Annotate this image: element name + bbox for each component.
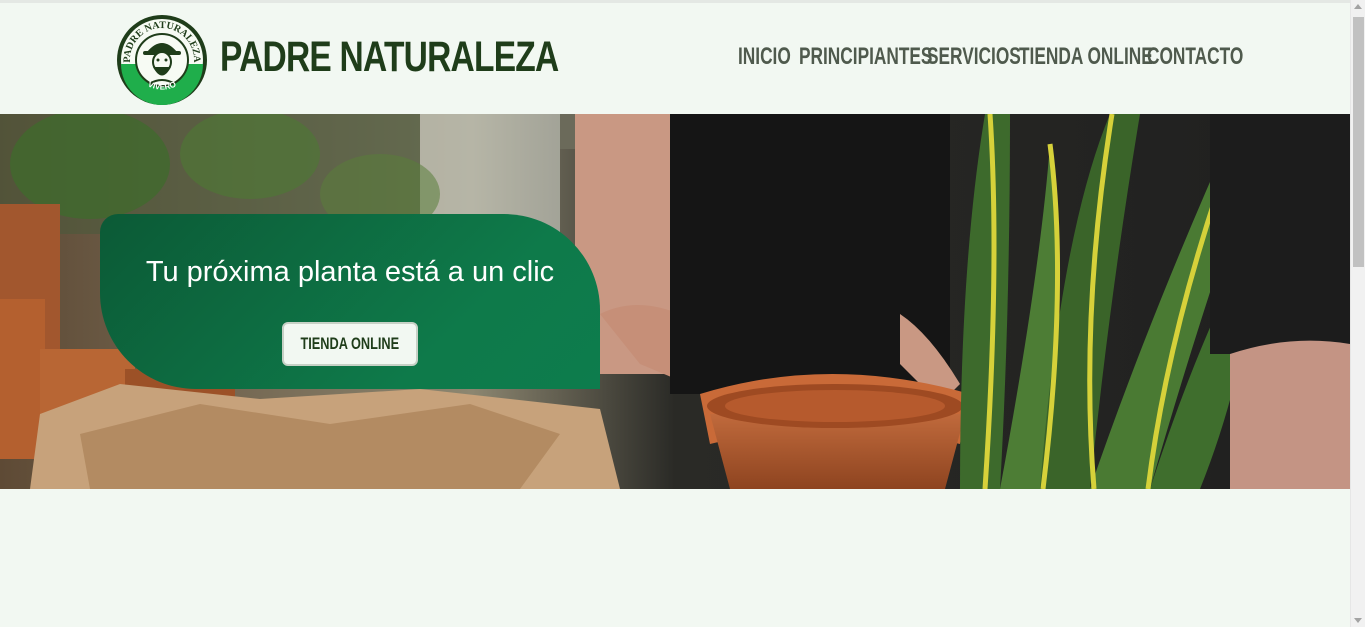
- brand-name[interactable]: PADRE NATURALEZA: [220, 33, 559, 82]
- scrollbar-thumb[interactable]: [1353, 17, 1364, 267]
- site-header: PADRE NATURALEZA VIVERO PADRE NATURALEZA…: [0, 3, 1350, 114]
- tienda-online-button-label: TIENDA ONLINE: [300, 334, 400, 353]
- logo-badge[interactable]: PADRE NATURALEZA VIVERO: [116, 14, 208, 106]
- nav-item-inicio[interactable]: INICIO: [738, 43, 791, 73]
- logo-emblem: PADRE NATURALEZA VIVERO: [117, 15, 207, 105]
- nav-item-tienda-online[interactable]: TIENDA ONLINE: [1019, 43, 1153, 73]
- hero-card: Tu próxima planta está a un clic TIENDA …: [100, 214, 600, 389]
- nav-item-servicios[interactable]: SERVICIOS: [927, 43, 1021, 73]
- hero-title: Tu próxima planta está a un clic: [145, 256, 555, 288]
- hero-banner: Tu próxima planta está a un clic TIENDA …: [0, 114, 1350, 489]
- tienda-online-button[interactable]: TIENDA ONLINE: [282, 322, 418, 366]
- nav-item-principiantes[interactable]: PRINCIPIANTES: [799, 43, 932, 73]
- scroll-down-arrow-icon[interactable]: [1354, 618, 1362, 623]
- scroll-up-arrow-icon[interactable]: [1354, 4, 1362, 9]
- page-scrollbar[interactable]: [1350, 0, 1365, 627]
- nav-item-contacto[interactable]: CONTACTO: [1147, 43, 1243, 73]
- main-nav: INICIO PRINCIPIANTES SERVICIOS TIENDA ON…: [738, 43, 1243, 73]
